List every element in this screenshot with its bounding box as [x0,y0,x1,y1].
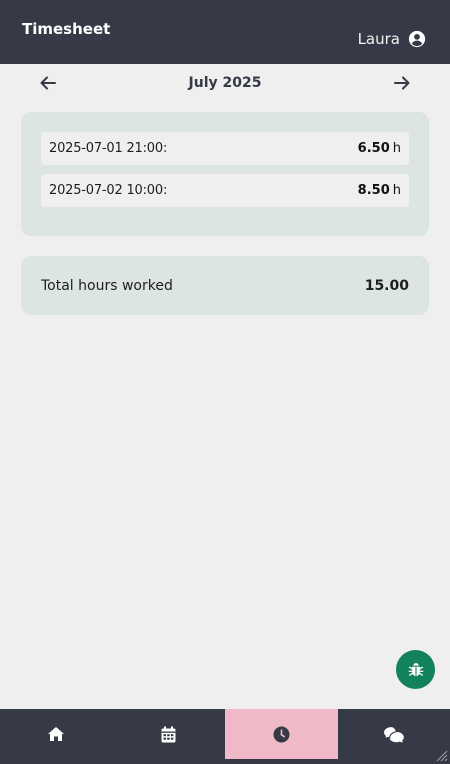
entry-hours-unit: h [392,141,401,156]
calendar-icon [161,726,176,742]
app-title: Timesheet [22,20,111,38]
entry-hours: 8.50 h [358,183,401,198]
nav-tab-timesheet[interactable] [225,709,338,759]
timesheet-entry[interactable]: 2025-07-01 21:00: 6.50 h [41,132,409,165]
report-bug-button[interactable] [396,650,435,689]
user-menu[interactable]: Laura [358,30,426,48]
user-circle-icon [408,30,426,48]
chat-icon [382,725,404,743]
resize-handle-icon[interactable] [436,750,448,762]
entry-date: 2025-07-02 10:00: [49,183,168,198]
total-hours-card: Total hours worked 15.00 [21,256,429,315]
entry-hours-value: 6.50 [357,141,390,156]
entry-hours-unit: h [392,183,401,198]
total-hours-value: 15.00 [364,277,409,294]
entry-date: 2025-07-01 21:00: [49,141,168,156]
entry-hours-value: 8.50 [357,183,390,198]
arrow-right-icon [393,76,410,90]
app-header: Timesheet Laura [0,0,450,64]
next-month-button[interactable] [392,73,412,93]
entry-hours: 6.50 h [358,141,401,156]
bottom-navigation [0,709,450,764]
timesheet-entry[interactable]: 2025-07-02 10:00: 8.50 h [41,174,409,207]
clock-icon [273,726,290,742]
timesheet-entries: 2025-07-01 21:00: 6.50 h 2025-07-02 10:00… [21,112,429,236]
user-name: Laura [357,30,400,48]
previous-month-button[interactable] [38,73,58,93]
bug-icon [408,662,423,676]
arrow-left-icon [40,76,56,90]
month-label: July 2025 [188,75,262,91]
home-icon [48,727,65,741]
month-navigation: July 2025 [0,64,450,102]
nav-tab-messages[interactable] [338,709,450,759]
nav-tab-calendar[interactable] [113,709,226,759]
total-hours-label: Total hours worked [41,277,173,294]
nav-tab-home[interactable] [0,709,113,759]
